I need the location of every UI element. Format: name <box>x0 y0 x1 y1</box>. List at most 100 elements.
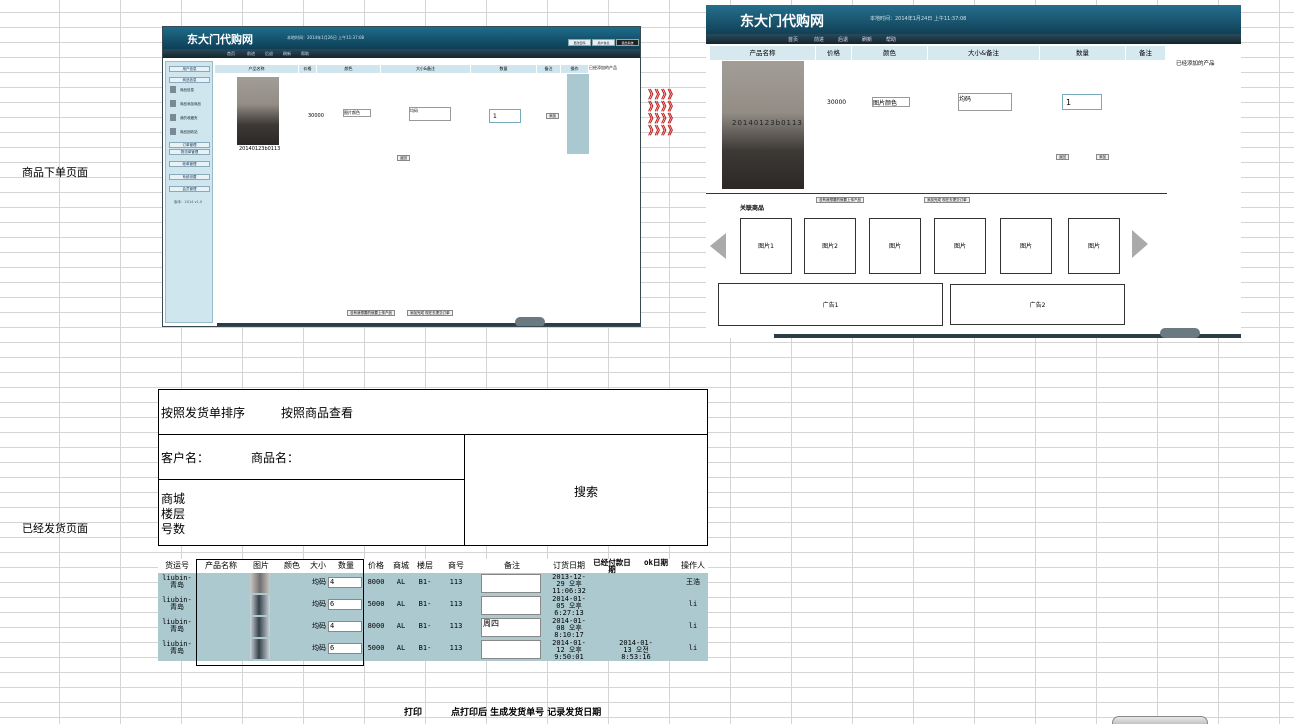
add-button[interactable]: 添加 <box>546 113 559 119</box>
site-logo: 东大门代购网 <box>740 14 824 30</box>
nav-help[interactable]: 帮助 <box>886 36 896 43</box>
nav-back[interactable]: 后退 <box>265 51 273 57</box>
sidebar-section-members[interactable]: 会员管理 <box>169 186 210 192</box>
submit-order-button[interactable]: 添加完成 现在去提交订单 <box>924 197 970 203</box>
size-textarea[interactable]: 均码 <box>409 107 451 121</box>
cell-shop-no: 113 <box>449 622 463 630</box>
item-icon <box>170 86 176 93</box>
cell-order-date: 2014-01- 12 오후 9:50:01 <box>552 639 586 661</box>
submit-order-button[interactable]: 添加完成 现在去提交订单 <box>407 310 453 316</box>
qty-input[interactable]: 1 <box>1062 94 1102 110</box>
qty-input[interactable]: 1 <box>489 109 521 123</box>
cell-shop-no: 113 <box>449 578 463 586</box>
sidebar-item-product-info[interactable]: 商品信息 <box>180 88 194 93</box>
color-select-value: 图片颜色 <box>344 110 360 115</box>
nav-back[interactable]: 后退 <box>838 36 848 43</box>
divider <box>706 193 1167 194</box>
cell-mall: AL <box>396 600 406 608</box>
note-textarea[interactable] <box>481 596 541 615</box>
number-label[interactable]: 号数 <box>161 520 185 537</box>
scroll-widget[interactable] <box>515 317 545 326</box>
cell-operator: li <box>688 644 698 652</box>
search-button[interactable]: 搜索 <box>574 483 598 500</box>
scroll-widget[interactable] <box>1160 328 1200 338</box>
item-icon <box>170 114 176 121</box>
print-button[interactable]: 打印 <box>404 705 422 718</box>
related-pic-2[interactable]: 图片2 <box>804 218 856 274</box>
cell-price: 5000 <box>367 644 385 652</box>
related-pic-3[interactable]: 图片 <box>869 218 921 274</box>
back-button[interactable]: 返回 <box>397 155 410 161</box>
related-pic-1[interactable]: 图片1 <box>740 218 792 274</box>
th-operator: 操作人 <box>678 559 708 573</box>
sidebar-section-accounts[interactable]: 帐单管理 <box>169 161 210 167</box>
note-textarea[interactable] <box>481 640 541 659</box>
change-password-button[interactable]: 更改密码 <box>568 39 591 46</box>
nav-help[interactable]: 帮助 <box>301 51 309 57</box>
ad-banner-1[interactable]: 广告1 <box>718 283 943 326</box>
th-price: 价格 <box>364 559 388 573</box>
sidebar-item-add-product[interactable]: 商品添加商品 <box>180 102 201 107</box>
back-button[interactable]: 返回 <box>1056 154 1069 160</box>
nav-home[interactable]: 首页 <box>227 51 235 57</box>
scroll-widget[interactable] <box>1112 716 1208 724</box>
filter-panel: 按照发货单排序 按照商品查看 客户名： 商品名： 商城 楼层 号数 搜索 <box>158 389 708 546</box>
next-arrow-icon[interactable] <box>1132 230 1148 258</box>
sidebar-item-favorites[interactable]: 我的收藏夹 <box>180 116 198 121</box>
cell-operator: 王浩 <box>686 578 700 586</box>
related-pic-5[interactable]: 图片 <box>1000 218 1052 274</box>
note-textarea[interactable] <box>481 574 541 593</box>
logout-button[interactable]: 退出系统 <box>616 39 639 46</box>
th-floor: 楼层 <box>414 559 436 573</box>
cell-shop-no: 113 <box>449 600 463 608</box>
cell-mall: AL <box>396 622 406 630</box>
divider <box>159 434 707 435</box>
related-pic-4[interactable]: 图片 <box>934 218 986 274</box>
cell-mall: AL <box>396 644 406 652</box>
col-price: 价格 <box>299 65 317 73</box>
cell-mall: AL <box>396 578 406 586</box>
user-info-button[interactable]: 用户信息 <box>592 39 615 46</box>
upload-product-button[interactable]: 没有我想要的就要上传产品 <box>816 197 864 203</box>
sort-by-product-link[interactable]: 按照商品查看 <box>281 404 353 421</box>
cell-ship-no: liubin- 青岛 <box>162 574 192 589</box>
nav-refresh[interactable]: 刷新 <box>862 36 872 43</box>
color-select[interactable]: 图片颜色 <box>872 97 910 107</box>
sidebar-section-orders[interactable]: 订单管理 <box>169 142 210 148</box>
col-qty: 数量 <box>1040 46 1126 60</box>
product-image <box>237 77 279 145</box>
size-textarea[interactable]: 均码 <box>958 93 1012 111</box>
cell-order-date: 2014-01- 08 오후 8:10:17 <box>552 617 586 639</box>
product-label[interactable]: 商品名： <box>251 449 299 466</box>
note-textarea[interactable]: 周四 <box>481 618 541 637</box>
flow-arrows: 》》》》 》》》》 》》》》 》》》》 <box>648 88 680 137</box>
prev-arrow-icon[interactable] <box>710 233 726 259</box>
nav-home[interactable]: 首页 <box>788 36 798 43</box>
related-pic-6[interactable]: 图片 <box>1068 218 1120 274</box>
cell-price: 5000 <box>367 600 385 608</box>
th-order-date: 订货日期 <box>548 559 590 573</box>
sidebar-section-settings[interactable]: 系统设置 <box>169 174 210 180</box>
added-products-title: 已经添加的产品 <box>1176 61 1215 67</box>
col-color: 颜色 <box>852 46 928 60</box>
col-product-name: 产品名称 <box>215 65 299 73</box>
sidebar-header-user[interactable]: 用户信息 <box>169 66 210 72</box>
ad-banner-2[interactable]: 广告2 <box>950 284 1125 325</box>
nav-forward[interactable]: 前进 <box>247 51 255 57</box>
sidebar-section-logistics[interactable]: 物流单管理 <box>169 149 210 155</box>
product-caption: 20140123b0113 <box>732 119 803 127</box>
nav-refresh[interactable]: 刷新 <box>283 51 291 57</box>
upload-product-button[interactable]: 没有我想要的就要上传产品 <box>347 310 395 316</box>
cell-floor: B1- <box>418 600 432 608</box>
sidebar-header-product[interactable]: 商品信息 <box>169 77 210 83</box>
add-button[interactable]: 添加 <box>1096 154 1109 160</box>
customer-label[interactable]: 客户名： <box>161 449 209 466</box>
nav-forward[interactable]: 前进 <box>814 36 824 43</box>
sort-by-order-link[interactable]: 按照发货单排序 <box>161 404 245 421</box>
added-products-title: 已经添加的产品 <box>589 65 617 70</box>
cell-operator: li <box>688 600 698 608</box>
price-value: 30000 <box>827 99 847 106</box>
color-select[interactable]: 图片颜色 <box>343 109 371 117</box>
sidebar-item-recycle[interactable]: 商品回收站 <box>180 130 198 135</box>
action-column-fill <box>567 74 589 154</box>
